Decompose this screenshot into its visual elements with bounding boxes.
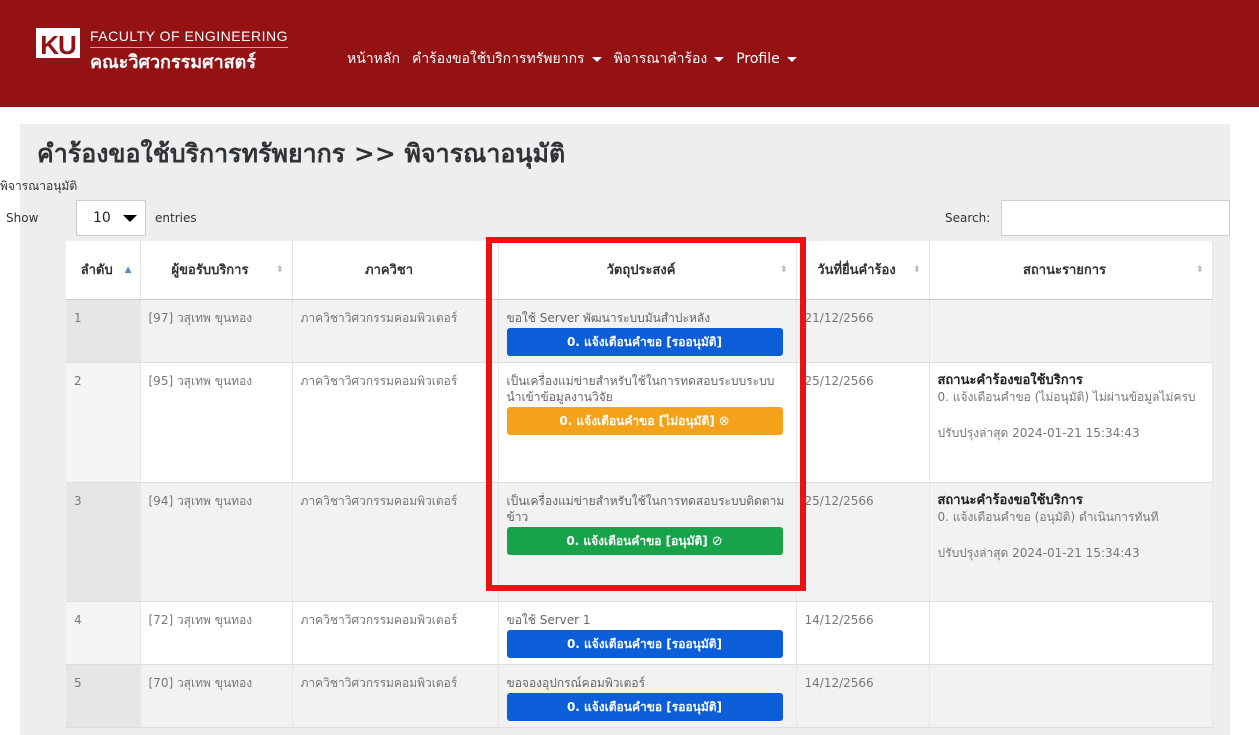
purpose-text: ขอใช้ Server พัฒนาระบบมันสำปะหลัง — [506, 310, 711, 325]
top-navbar: KU FACULTY OF ENGINEERING คณะวิศวกรรมศาส… — [0, 0, 1259, 107]
circle-x-icon: ⊗ — [718, 413, 730, 429]
department-cell: ภาควิชาวิศวกรรมคอมพิวเตอร์ — [292, 299, 499, 363]
page-title: คำร้องขอใช้บริการทรัพยากร >> พิจารณาอนุม… — [37, 139, 566, 168]
date-cell: 21/12/2566 — [796, 299, 930, 363]
column-header-department[interactable]: ภาควิชา — [292, 241, 499, 300]
status-badge-pending[interactable]: 0. แจ้งเตือนคำขอ [รออนุมัติ] — [506, 629, 783, 658]
date-cell: 25/12/2566 — [796, 362, 930, 483]
table-row: 1 [97] วสุเทพ ขุนทอง ภาควิชาวิศวกรรมคอมพ… — [66, 299, 1213, 363]
column-header-requester[interactable]: ผู้ขอรับบริการ ⬍ — [140, 241, 293, 300]
column-header-purpose[interactable]: วัตถุประสงค์ ⬍ — [498, 241, 797, 300]
nav-item-resource-request[interactable]: คำร้องขอใช้บริการทรัพยากร — [412, 48, 602, 70]
department-cell: ภาควิชาวิศวกรรมคอมพิวเตอร์ — [292, 362, 499, 483]
status-title: สถานะคำร้องขอใช้บริการ — [937, 492, 1083, 508]
requester-cell: [70] วสุเทพ ขุนทอง — [140, 664, 293, 728]
nav-item-profile[interactable]: Profile — [736, 48, 797, 70]
purpose-text: ขอใช้ Server 1 — [506, 612, 591, 627]
brand-thai-name: คณะวิศวกรรมศาสตร์ — [90, 52, 257, 73]
requester-cell: [97] วสุเทพ ขุนทอง — [140, 299, 293, 363]
nav-item-home[interactable]: หน้าหลัก — [347, 48, 400, 70]
purpose-cell: เป็นเครื่องแม่ข่ายสำหรับใช้ในการทดสอบระบ… — [498, 482, 797, 602]
row-number: 2 — [66, 362, 141, 483]
status-cell — [929, 299, 1213, 363]
entries-length-select[interactable]: 10 — [76, 200, 146, 236]
row-number: 4 — [66, 601, 141, 665]
date-cell: 14/12/2566 — [796, 601, 930, 665]
column-header-status[interactable]: สถานะรายการ ⬍ — [929, 241, 1213, 300]
nav-item-review-request[interactable]: พิจารณาคำร้อง — [614, 48, 725, 70]
sort-icon: ⬍ — [779, 265, 788, 275]
sort-icon: ⬍ — [275, 265, 284, 275]
faculty-brand[interactable]: KU FACULTY OF ENGINEERING คณะวิศวกรรมศาส… — [36, 28, 288, 76]
entries-label: entries — [155, 211, 197, 225]
requester-cell: [95] วสุเทพ ขุนทอง — [140, 362, 293, 483]
status-description: 0. แจ้งเตือนคำขอ (อนุมัติ) ดำเนินการทันท… — [937, 509, 1159, 524]
status-title: สถานะคำร้องขอใช้บริการ — [937, 372, 1083, 388]
purpose-cell: ขอใช้ Server พัฒนาระบบมันสำปะหลัง 0. แจ้… — [498, 299, 797, 363]
date-cell: 25/12/2566 — [796, 482, 930, 602]
status-badge-rejected[interactable]: 0. แจ้งเตือนคำขอ [ไม่อนุมัติ] ⊗ — [506, 406, 783, 435]
status-cell: สถานะคำร้องขอใช้บริการ 0. แจ้งเตือนคำขอ … — [929, 362, 1213, 483]
requests-table: ลำดับ ▲ ผู้ขอรับบริการ ⬍ ภาควิชา วัตถุประส… — [66, 241, 1213, 728]
status-cell — [929, 664, 1213, 728]
circle-check-icon: ⊘ — [711, 533, 723, 549]
status-cell: สถานะคำร้องขอใช้บริการ 0. แจ้งเตือนคำขอ … — [929, 482, 1213, 602]
row-number: 1 — [66, 299, 141, 363]
row-number: 3 — [66, 482, 141, 602]
search-label: Search: — [945, 211, 991, 225]
department-cell: ภาควิชาวิศวกรรมคอมพิวเตอร์ — [292, 601, 499, 665]
requester-cell: [72] วสุเทพ ขุนทอง — [140, 601, 293, 665]
status-description: 0. แจ้งเตือนคำขอ (ไม่อนุมัติ) ไม่ผ่านข้อ… — [937, 389, 1196, 404]
purpose-text: เป็นเครื่องแม่ข่ายสำหรับใช้ในการทดสอบระบ… — [506, 493, 785, 524]
show-label: Show — [6, 211, 39, 225]
table-row: 2 [95] วสุเทพ ขุนทอง ภาควิชาวิศวกรรมคอมพ… — [66, 362, 1213, 483]
purpose-cell: เป็นเครื่องแม่ข่ายสำหรับใช้ในการทดสอบระบ… — [498, 362, 797, 483]
column-header-no[interactable]: ลำดับ ▲ — [66, 241, 141, 300]
ku-logo: KU — [36, 28, 80, 63]
purpose-text: เป็นเครื่องแม่ข่ายสำหรับใช้ในการทดสอบระบ… — [506, 373, 775, 404]
caret-down-icon — [786, 56, 797, 62]
table-row: 3 [94] วสุเทพ ขุนทอง ภาควิชาวิศวกรรมคอมพ… — [66, 482, 1213, 602]
brand-english-name: FACULTY OF ENGINEERING — [90, 28, 288, 48]
caret-down-icon — [123, 215, 137, 222]
sort-asc-icon: ▲ — [124, 265, 132, 275]
table-controls: Show 10 entries Search: — [0, 200, 1259, 238]
column-header-date[interactable]: วันที่ยื่นคำร้อง ⬍ — [796, 241, 930, 300]
main-nav: หน้าหลัก คำร้องขอใช้บริการทรัพยากร พิจาร… — [347, 48, 809, 70]
status-badge-pending[interactable]: 0. แจ้งเตือนคำขอ [รออนุมัติ] — [506, 692, 783, 721]
caret-down-icon — [714, 56, 725, 62]
table-row: 5 [70] วสุเทพ ขุนทอง ภาควิชาวิศวกรรมคอมพ… — [66, 664, 1213, 728]
purpose-cell: ขอจองอุปกรณ์คอมพิวเตอร์ 0. แจ้งเตือนคำขอ… — [498, 664, 797, 728]
status-badge-pending[interactable]: 0. แจ้งเตือนคำขอ [รออนุมัติ] — [506, 327, 783, 356]
department-cell: ภาควิชาวิศวกรรมคอมพิวเตอร์ — [292, 482, 499, 602]
table-row: 4 [72] วสุเทพ ขุนทอง ภาควิชาวิศวกรรมคอมพ… — [66, 601, 1213, 665]
purpose-cell: ขอใช้ Server 1 0. แจ้งเตือนคำขอ [รออนุมั… — [498, 601, 797, 665]
breadcrumb: พิจารณาอนุมัติ — [0, 179, 78, 193]
status-cell — [929, 601, 1213, 665]
search-input[interactable] — [1001, 200, 1230, 236]
row-number: 5 — [66, 664, 141, 728]
status-updated: ปรับปรุงล่าสุด 2024-01-21 15:34:43 — [937, 545, 1140, 560]
status-badge-approved[interactable]: 0. แจ้งเตือนคำขอ [อนุมัติ] ⊘ — [506, 526, 783, 555]
caret-down-icon — [591, 56, 602, 62]
sort-icon: ⬍ — [1195, 265, 1204, 275]
department-cell: ภาควิชาวิศวกรรมคอมพิวเตอร์ — [292, 664, 499, 728]
purpose-text: ขอจองอุปกรณ์คอมพิวเตอร์ — [506, 675, 646, 690]
date-cell: 14/12/2566 — [796, 664, 930, 728]
requester-cell: [94] วสุเทพ ขุนทอง — [140, 482, 293, 602]
sort-icon: ⬍ — [912, 265, 921, 275]
status-updated: ปรับปรุงล่าสุด 2024-01-21 15:34:43 — [937, 425, 1140, 440]
